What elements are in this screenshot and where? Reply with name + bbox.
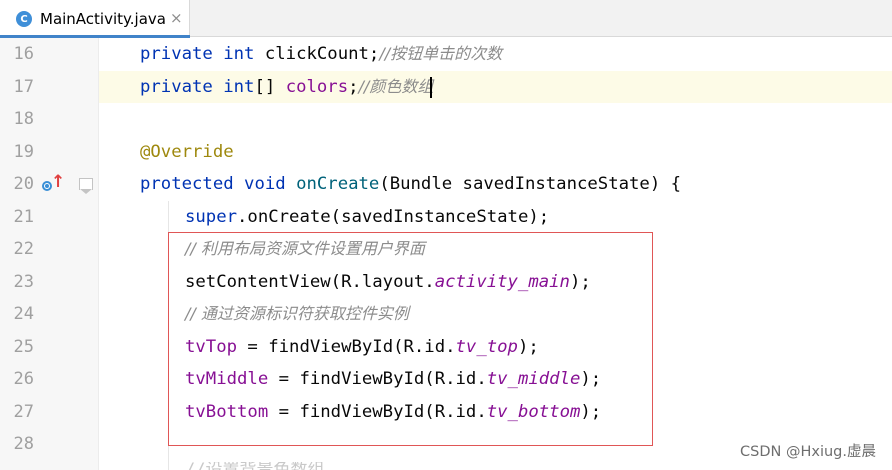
line-number: 21 [13,207,34,227]
code-comment: //颜色数组 [358,77,434,96]
tab-main-activity[interactable]: C MainActivity.java × [0,0,190,38]
code-text: clickCount; [254,44,380,64]
keyword: super [185,207,238,227]
method-name: onCreate [296,174,380,194]
code-text: .onCreate(savedInstanceState); [237,207,550,227]
indent-guide [168,446,169,470]
editor-tab-bar: C MainActivity.java × [0,0,892,38]
line-number: 22 [13,239,34,259]
partial-code-line: //设置背景色数组 [185,462,324,470]
line-number: 28 [13,434,34,454]
keyword: private [140,44,213,64]
keyword: void [244,174,286,194]
line-number: 26 [13,369,34,389]
up-arrow-icon[interactable]: ↑ [51,172,65,192]
line-number: 16 [13,44,34,64]
line-number: 17 [13,77,34,97]
keyword: protected [140,174,234,194]
keyword: private [140,77,213,97]
code-text: (Bundle savedInstanceState) { [379,174,682,194]
code-text: [] [254,77,286,97]
indent-guide [168,201,169,233]
overrides-method-icon-dot [45,184,49,188]
line-number: 20 [13,174,34,194]
watermark: CSDN @Hxiug.虚晨 [740,444,876,460]
code-line-21[interactable]: super.onCreate(savedInstanceState); [185,201,549,233]
code-line-19[interactable]: @Override [140,136,234,168]
highlight-box [168,232,653,446]
line-number: 19 [13,142,34,162]
line-number: 25 [13,337,34,357]
fold-marker-tip [80,189,92,194]
code-text: ; [348,77,359,97]
line-number: 18 [13,109,34,129]
line-number: 24 [13,304,34,324]
java-class-icon: C [16,11,32,27]
close-icon[interactable]: × [170,9,183,27]
line-number: 27 [13,402,34,422]
code-line-16[interactable]: private int clickCount;//按钮单击的次数 [140,38,502,70]
text-caret [430,77,432,98]
keyword: int [223,44,255,64]
field-name: colors [285,77,349,97]
code-comment: //按钮单击的次数 [379,44,503,63]
code-line-20[interactable]: protected void onCreate(Bundle savedInst… [140,168,681,200]
code-line-17[interactable]: private int[] colors;//颜色数组 [140,71,433,103]
line-number: 23 [13,272,34,292]
keyword: int [223,77,255,97]
annotation: @Override [140,142,234,162]
tab-title: MainActivity.java [40,10,166,28]
